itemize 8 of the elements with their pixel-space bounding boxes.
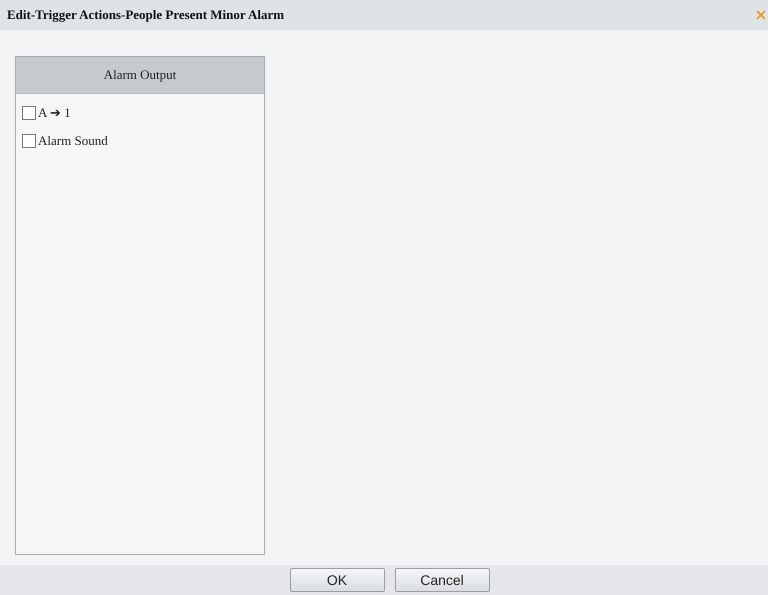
ok-button[interactable]: OK: [290, 568, 384, 592]
panel-heading: Alarm Output: [16, 57, 264, 94]
checkbox-label: Alarm Sound: [38, 133, 108, 149]
checkbox-label: A ➔ 1: [38, 105, 71, 121]
window-title: Edit-Trigger Actions-People Present Minor Alarm: [7, 7, 284, 23]
checkbox[interactable]: [22, 134, 36, 148]
checkbox[interactable]: [22, 106, 36, 120]
cancel-button[interactable]: Cancel: [394, 568, 490, 592]
